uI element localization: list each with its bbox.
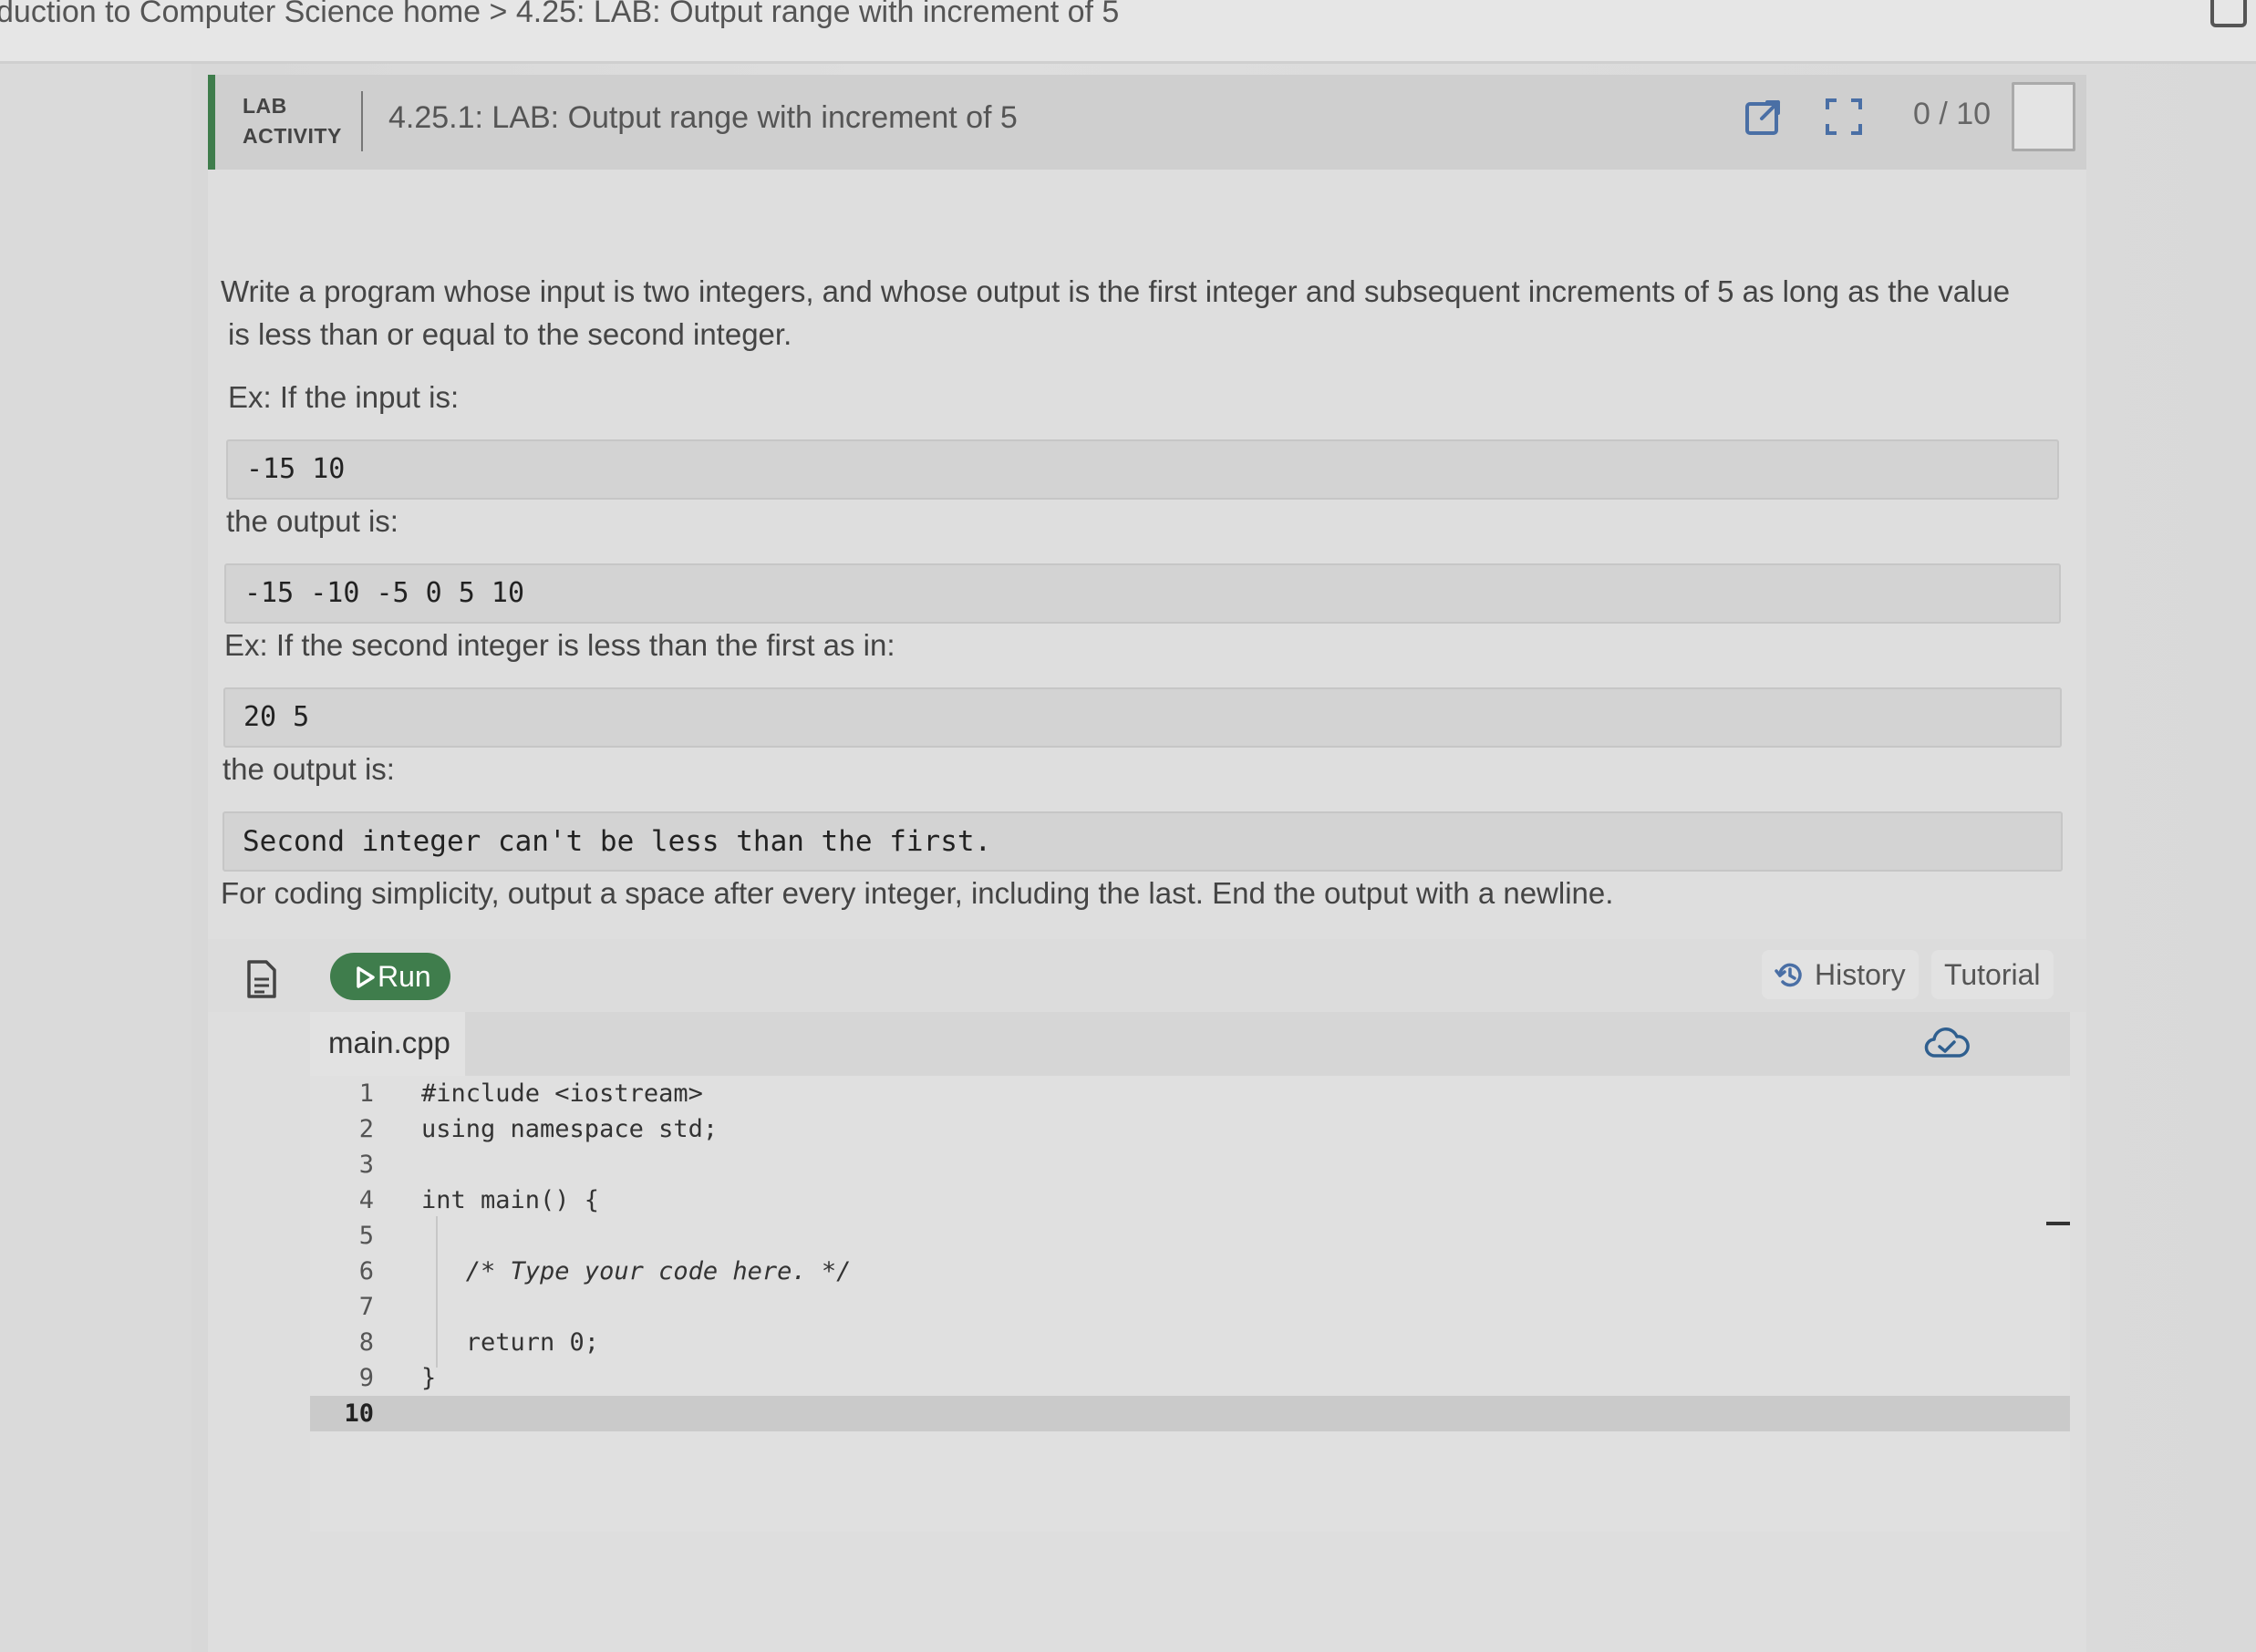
menu-icon[interactable]	[2210, 0, 2247, 27]
line-number: 7	[358, 1293, 374, 1321]
activity-type-label: LAB ACTIVITY	[243, 91, 342, 151]
activity-title: 4.25.1: LAB: Output range with increment…	[388, 100, 1018, 135]
example-2-output: Second integer can't be less than the fi…	[222, 811, 2063, 872]
example-1-input: -15 10	[226, 439, 2059, 500]
intro-line-2: is less than or equal to the second inte…	[228, 317, 792, 351]
scrollbar-marker	[2046, 1222, 2070, 1225]
editor-toolbar: Run History Tutorial	[208, 939, 2086, 1012]
history-button[interactable]: History	[1762, 950, 1919, 999]
line-code: using namespace std;	[421, 1115, 719, 1143]
breadcrumb-separator: >	[489, 0, 508, 29]
example-1-label: Ex: If the input is:	[228, 380, 460, 414]
breadcrumb: duction to Computer Science home > 4.25:…	[0, 0, 2256, 64]
code-line[interactable]: 7	[310, 1289, 2070, 1325]
code-line-active[interactable]: 10	[310, 1396, 2070, 1431]
page: duction to Computer Science home > 4.25:…	[0, 0, 2256, 1652]
line-number: 6	[358, 1257, 374, 1285]
breadcrumb-course-link[interactable]: duction to Computer Science home	[0, 0, 481, 29]
example-1-output: -15 -10 -5 0 5 10	[224, 563, 2061, 624]
example-1-output-label: the output is:	[226, 504, 398, 538]
score-text: 0 / 10	[1913, 97, 1992, 131]
intro-line-1: Write a program whose input is two integ…	[221, 274, 2011, 308]
example-2-label: Ex: If the second integer is less than t…	[224, 628, 895, 662]
line-number: 2	[358, 1115, 374, 1143]
code-editor-panel: main.cpp 1 #include <iostream> 2 using n…	[310, 1012, 2070, 1559]
line-number: 3	[358, 1151, 374, 1179]
example-2-output-label: the output is:	[222, 752, 395, 786]
file-icon[interactable]	[246, 959, 277, 999]
example-2-input: 20 5	[223, 687, 2062, 748]
line-number: 5	[358, 1222, 374, 1250]
activity-header: LAB ACTIVITY 4.25.1: LAB: Output range w…	[208, 75, 2086, 170]
code-line[interactable]: 4 int main() {	[310, 1182, 2070, 1218]
line-code: }	[421, 1364, 437, 1392]
header-divider	[361, 91, 363, 151]
run-label: Run	[378, 960, 431, 993]
play-icon	[357, 966, 375, 988]
breadcrumb-section: 4.25: LAB: Output range with increment o…	[515, 0, 1120, 29]
line-number: 8	[358, 1328, 374, 1357]
line-number: 1	[358, 1079, 374, 1108]
tab-strip	[465, 1012, 2070, 1076]
line-number: 4	[358, 1186, 374, 1214]
code-editor[interactable]: 1 #include <iostream> 2 using namespace …	[310, 1076, 2070, 1532]
line-code: return 0;	[421, 1328, 600, 1357]
breadcrumb-text: duction to Computer Science home > 4.25:…	[0, 0, 1119, 30]
completion-box	[2012, 82, 2075, 151]
line-code: #include <iostream>	[421, 1079, 703, 1108]
activity-type-line2: ACTIVITY	[243, 124, 342, 148]
history-icon	[1775, 963, 1802, 987]
simplicity-note: For coding simplicity, output a space af…	[221, 876, 1614, 910]
code-line[interactable]: 3	[310, 1147, 2070, 1182]
external-link-icon[interactable]	[1744, 97, 1784, 137]
code-line[interactable]: 1 #include <iostream>	[310, 1076, 2070, 1111]
cloud-check-icon	[1924, 1027, 1970, 1058]
line-number: 9	[358, 1364, 374, 1392]
history-label: History	[1815, 958, 1906, 991]
left-margin	[0, 64, 191, 1652]
tutorial-button[interactable]: Tutorial	[1931, 950, 2054, 999]
code-line[interactable]: 5	[310, 1218, 2070, 1254]
line-code: int main() {	[421, 1186, 600, 1214]
code-line[interactable]: 8 return 0;	[310, 1325, 2070, 1360]
code-line[interactable]: 9 }	[310, 1360, 2070, 1396]
lab-activity: LAB ACTIVITY 4.25.1: LAB: Output range w…	[208, 75, 2086, 1652]
run-button[interactable]: Run	[330, 953, 450, 1000]
code-line[interactable]: 6 /* Type your code here. */	[310, 1254, 2070, 1289]
activity-type-line1: LAB	[243, 94, 287, 118]
fullscreen-icon[interactable]	[1824, 97, 1864, 137]
file-tab-main-cpp[interactable]: main.cpp	[310, 1012, 465, 1076]
code-line[interactable]: 2 using namespace std;	[310, 1111, 2070, 1147]
line-code: /* Type your code here. */	[421, 1257, 852, 1285]
line-number: 10	[344, 1399, 374, 1428]
